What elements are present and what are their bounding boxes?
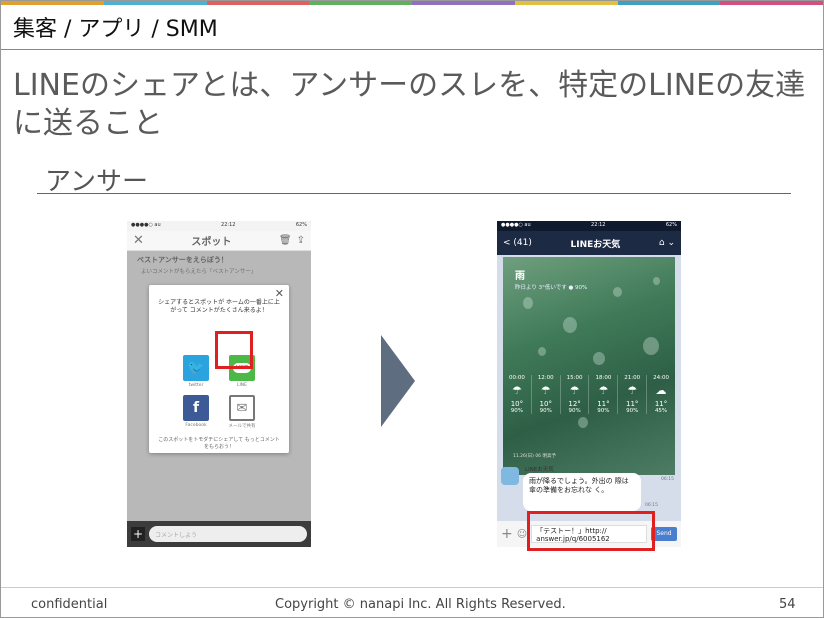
forecast-col: 15:00 ☂ 12° 90% — [561, 375, 590, 414]
plus-icon[interactable]: + — [501, 526, 513, 542]
message-highlight-box — [527, 511, 655, 551]
phone-screenshot-share: ●●●●○ au 22:12 62% ✕ スポット 🗑 ⇪ ベストアンサーをえら… — [127, 221, 311, 547]
rain-icon: ☂ — [598, 384, 609, 397]
status-battery: 62% — [665, 222, 677, 228]
modal-message: シェアするとスポットが ホームの一番上に上がって コメントがたくさん来るよ！ — [158, 299, 280, 314]
sender-name: LINEお天気 — [525, 467, 554, 473]
rain-icon: ☂ — [511, 384, 522, 397]
page-number: 54 — [779, 597, 796, 612]
chat-title: LINEお天気 — [570, 239, 621, 250]
close-icon[interactable]: ✕ — [133, 233, 144, 248]
weather-date: 11.26(日) 06 明高予 — [513, 454, 556, 459]
twitter-share-button[interactable]: 🐦 — [183, 355, 209, 381]
footer-confidential: confidential — [31, 597, 108, 612]
twitter-label: twitter — [188, 383, 204, 388]
phone-screenshot-line: ●●●●○ au 22:12 62% < (41) LINEお天気 ⌂ ⌄ 雨 … — [497, 221, 681, 547]
share-modal: ✕ シェアするとスポットが ホームの一番上に上がって コメントがたくさん来るよ！… — [149, 285, 289, 453]
subtitle-divider — [37, 193, 791, 194]
twitter-icon: 🐦 — [187, 360, 205, 376]
forecast-col: 12:00 ☂ 10° 90% — [532, 375, 561, 414]
nav-title: スポット — [191, 237, 232, 248]
rain-icon: ☂ — [569, 384, 580, 397]
mail-label: メールで共有 — [228, 424, 256, 429]
back-button[interactable]: < (41) — [503, 238, 532, 248]
forecast-col: 24:00 ☁ 11° 45% — [647, 375, 675, 414]
share-icon[interactable]: ⇪ — [297, 235, 305, 246]
modal-footer: このスポットをトモダチにシェアして もっとコメントをもらおう！ — [158, 437, 280, 450]
facebook-icon: f — [192, 400, 200, 416]
weather-main: 雨 — [515, 271, 525, 282]
comment-bar: + コメントしよう — [127, 521, 311, 547]
forecast-col: 18:00 ☂ 11° 90% — [589, 375, 619, 414]
nav-bar: ✕ スポット 🗑 ⇪ — [127, 231, 311, 251]
top-color-stripe — [1, 1, 823, 5]
avatar — [501, 467, 519, 485]
status-carrier: ●●●●○ au — [131, 222, 161, 228]
footer-copyright: Copyright © nanapi Inc. All Rights Reser… — [275, 597, 566, 612]
weather-card: 雨 昨日より 3°低いです ● 90% 00:00 ☂ 10° 90% 12:00 ☂ 1… — [503, 257, 675, 475]
comment-input[interactable]: コメントしよう — [149, 526, 307, 542]
slide-title: LINEのシェアとは、アンサーのスレを、特定のLINEの友達に送ること — [13, 68, 806, 141]
status-carrier: ●●●●○ au — [501, 222, 531, 228]
footer-divider — [1, 587, 823, 588]
cloud-icon: ☁ — [655, 384, 667, 397]
line-nav-bar: < (41) LINEお天気 ⌂ ⌄ — [497, 231, 681, 255]
forecast-row: 00:00 ☂ 10° 90% 12:00 ☂ 10° 90% 15:00 ☂ 12° 90% 1… — [503, 375, 675, 414]
weather-sub: 昨日より 3°低いです ● 90% — [515, 285, 588, 291]
chat-bubble: 雨が降るでしょう。外出の 際は傘の準備をお忘れな く。 — [523, 473, 641, 511]
emoji-icon[interactable]: ☺ — [517, 529, 527, 540]
header-title: 集客 / アプリ / SMM — [13, 17, 218, 42]
mail-icon: ✉ — [236, 400, 248, 416]
forecast-col: 21:00 ☂ 11° 90% — [618, 375, 648, 414]
rain-icon: ☂ — [627, 384, 638, 397]
header-divider — [1, 49, 823, 50]
status-time: 22:12 — [221, 222, 236, 228]
slide: 集客 / アプリ / SMM LINEのシェアとは、アンサーのスレを、特定のLI… — [0, 0, 824, 618]
line-label: LINE — [236, 383, 248, 388]
status-battery: 62% — [295, 222, 307, 228]
plus-icon[interactable]: + — [131, 527, 145, 541]
line-highlight-box — [215, 331, 253, 369]
message-time: 06:15 — [645, 503, 658, 508]
status-bar: ●●●●○ au 22:12 62% — [497, 221, 681, 231]
status-time: 22:12 — [591, 222, 606, 228]
facebook-label: Facebook — [185, 423, 207, 428]
home-icon[interactable]: ⌂ ⌄ — [659, 238, 675, 248]
facebook-share-button[interactable]: f — [183, 395, 209, 421]
forecast-col: 00:00 ☂ 10° 90% — [503, 375, 532, 414]
status-bar: ●●●●○ au 22:12 62% — [127, 221, 311, 231]
arrow-right-icon — [381, 335, 415, 427]
trash-icon[interactable]: 🗑 — [279, 235, 292, 246]
mail-share-button[interactable]: ✉ — [229, 395, 255, 421]
message-time: 06:15 — [661, 477, 674, 482]
rain-icon: ☂ — [540, 384, 551, 397]
